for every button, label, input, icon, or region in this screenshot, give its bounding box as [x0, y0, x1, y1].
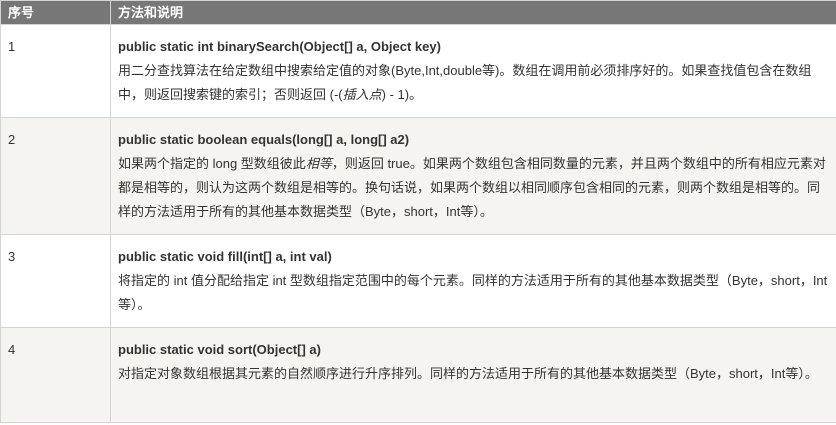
method-description: 用二分查找算法在给定数组中搜索给定值的对象(Byte,Int,double等)。… [118, 59, 829, 107]
table-header-row: 序号 方法和说明 [0, 0, 836, 25]
methods-table: 序号 方法和说明 1 public static int binarySearc… [0, 0, 836, 423]
header-method: 方法和说明 [110, 0, 836, 25]
row-number: 2 [0, 117, 111, 235]
description-text: 用二分查找算法在给定数组中搜索给定值的对象(Byte,Int,double等)。… [118, 63, 812, 102]
table-row: 4 public static void sort(Object[] a) 对指… [0, 327, 836, 423]
row-content: public static void sort(Object[] a) 对指定对… [110, 327, 836, 423]
header-number: 序号 [0, 0, 111, 25]
row-content: public static int binarySearch(Object[] … [110, 24, 836, 118]
description-emphasis: 插入点 [342, 87, 382, 102]
method-signature: public static boolean equals(long[] a, l… [118, 132, 410, 147]
row-number: 3 [0, 234, 111, 328]
table-row: 3 public static void fill(int[] a, int v… [0, 234, 836, 328]
method-description: 对指定对象数组根据其元素的自然顺序进行升序排列。同样的方法适用于所有的其他基本数… [118, 362, 829, 386]
table-row: 2 public static boolean equals(long[] a,… [0, 117, 836, 235]
row-number: 4 [0, 327, 111, 423]
description-emphasis: 相等 [305, 156, 332, 171]
method-signature: public static int binarySearch(Object[] … [118, 39, 441, 54]
description-text: 对指定对象数组根据其元素的自然顺序进行升序排列。同样的方法适用于所有的其他基本数… [118, 366, 818, 381]
row-number: 1 [0, 24, 111, 118]
description-text: 如果两个指定的 long 型数组彼此 [118, 156, 306, 171]
description-text-end: ) - 1)。 [381, 87, 423, 102]
method-description: 将指定的 int 值分配给指定 int 型数组指定范围中的每个元素。同样的方法适… [118, 269, 829, 317]
method-description: 如果两个指定的 long 型数组彼此相等，则返回 true。如果两个数组包含相同… [118, 152, 829, 224]
table-row: 1 public static int binarySearch(Object[… [0, 24, 836, 118]
description-text: 将指定的 int 值分配给指定 int 型数组指定范围中的每个元素。同样的方法适… [118, 273, 828, 312]
row-content: public static void fill(int[] a, int val… [110, 234, 836, 328]
method-signature: public static void sort(Object[] a) [118, 342, 321, 357]
row-content: public static boolean equals(long[] a, l… [110, 117, 836, 235]
method-signature: public static void fill(int[] a, int val… [118, 249, 332, 264]
